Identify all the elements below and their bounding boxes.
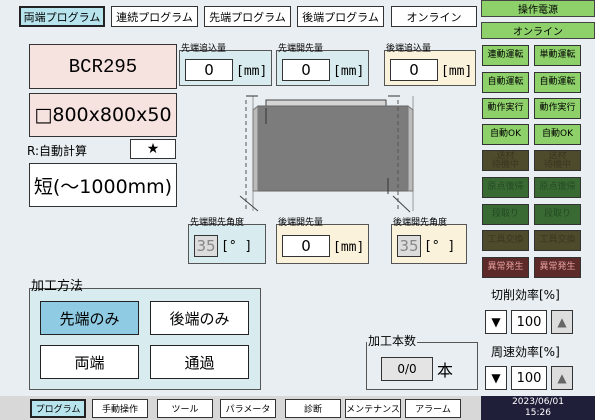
auto-ok-indicator-2: 自動OK (534, 124, 581, 145)
bottom-tab-alarm[interactable]: アラーム (405, 399, 461, 418)
tool-change-button-2[interactable]: 工具交換 (534, 230, 581, 251)
right-sidebar: 操作電源 オンライン 連動運転 単動運転 自動運転 自動運転 動作実行 動作実行… (481, 0, 595, 399)
setup-button[interactable]: 段取り (482, 204, 529, 225)
bottom-tab-parameter[interactable]: パラメータ (220, 399, 276, 418)
auto-ok-indicator: 自動OK (482, 124, 529, 145)
method-rear-only-button[interactable]: 後端のみ (150, 301, 249, 335)
method-front-only-button[interactable]: 先端のみ (40, 301, 139, 335)
front-open-unit: [mm] (333, 63, 365, 79)
execute-button-2[interactable]: 動作実行 (534, 98, 581, 119)
linked-run-button[interactable]: 連動運転 (482, 45, 529, 66)
front-feed-group: 先端追込量 0 [mm] (179, 44, 272, 86)
error-indicator: 異常発生 (482, 257, 529, 278)
method-both-ends-button[interactable]: 両端 (40, 345, 139, 379)
count-unit: 本 (437, 361, 454, 380)
home-return-button[interactable]: 原点復帰 (482, 177, 529, 198)
dimensions-display: □800x800x50 (29, 93, 177, 137)
front-angle-group: 先端開先角度 35 [° ] (188, 218, 266, 264)
tool-change-button[interactable]: 工具交換 (482, 230, 529, 251)
speed-rate-input[interactable]: 100 (511, 366, 547, 390)
rear-feed-unit: [mm] (441, 63, 473, 79)
cut-rate-input[interactable]: 100 (511, 310, 547, 334)
speed-rate-label: 周速効率[%] (491, 345, 560, 359)
front-open-group: 先端開先量 0 [mm] (276, 44, 369, 86)
cut-rate-up-button[interactable]: ▲ (551, 310, 573, 334)
rear-angle-label: 後端開先角度 (393, 218, 448, 228)
bottom-tab-manual[interactable]: 手動操作 (92, 399, 148, 418)
front-angle-unit: [° ] (221, 238, 253, 254)
front-open-input[interactable]: 0 (282, 59, 330, 81)
tab-both-ends-program[interactable]: 両端プログラム (19, 6, 105, 27)
tab-online[interactable]: オンライン (391, 6, 477, 27)
front-angle-input[interactable]: 35 (194, 235, 218, 257)
feed-wait-indicator-2: 送材 待機中 (534, 150, 581, 171)
speed-rate-down-button[interactable]: ▼ (485, 366, 507, 390)
tab-rear-program[interactable]: 後端プログラム (297, 6, 384, 27)
cut-rate-label: 切削効率[%] (491, 288, 560, 302)
front-feed-unit: [mm] (236, 63, 268, 79)
execute-button[interactable]: 動作実行 (482, 98, 529, 119)
rear-feed-group: 後端追込量 0 [mm] (384, 44, 476, 86)
bottom-tab-tool[interactable]: ツール (157, 399, 213, 418)
auto-run-button[interactable]: 自動運転 (482, 72, 529, 93)
count-title: 加工本数 (367, 334, 418, 348)
front-open-label: 先端開先量 (278, 44, 324, 54)
length-class-display: 短(～1000mm) (29, 163, 177, 207)
rear-open-group: 後端開先量 0 [mm] (276, 218, 369, 264)
feed-wait-indicator: 送材 待機中 (482, 150, 529, 171)
error-indicator-2: 異常発生 (534, 257, 581, 278)
front-angle-label: 先端開先角度 (190, 218, 245, 228)
rear-open-input[interactable]: 0 (282, 235, 330, 257)
rear-feed-label: 後端追込量 (386, 44, 432, 54)
tab-continuous-program[interactable]: 連続プログラム (111, 6, 198, 27)
rear-open-label: 後端開先量 (278, 218, 324, 228)
front-feed-input[interactable]: 0 (185, 59, 233, 81)
online-status: オンライン (481, 22, 595, 39)
method-group: 加工方法 先端のみ 後端のみ 両端 通過 (29, 280, 261, 390)
rear-angle-group: 後端開先角度 35 [° ] (391, 218, 467, 264)
clock-time: 15:26 (525, 408, 551, 418)
auto-run-button-2[interactable]: 自動運転 (534, 72, 581, 93)
method-title: 加工方法 (31, 279, 84, 294)
workpiece-diagram (239, 95, 414, 213)
bottom-tab-diagnosis[interactable]: 診断 (285, 399, 341, 418)
product-code: BCR295 (29, 44, 177, 89)
front-feed-label: 先端追込量 (181, 44, 227, 54)
cut-rate-down-button[interactable]: ▼ (485, 310, 507, 334)
count-value: 0/0 (381, 357, 433, 381)
tab-front-program[interactable]: 先端プログラム (204, 6, 291, 27)
rear-angle-input[interactable]: 35 (397, 235, 421, 257)
clock: 2023/06/01 15:26 (481, 396, 595, 420)
single-run-button[interactable]: 単動運転 (534, 45, 581, 66)
bottom-tab-program[interactable]: プログラム (30, 399, 86, 418)
rear-angle-unit: [° ] (424, 238, 456, 254)
workpiece-shape (257, 105, 409, 192)
rear-feed-input[interactable]: 0 (390, 59, 438, 81)
method-pass-through-button[interactable]: 通過 (150, 345, 249, 379)
setup-button-2[interactable]: 段取り (534, 204, 581, 225)
count-group: 加工本数 0/0 本 (366, 335, 478, 390)
auto-calc-label: R:自動計算 (27, 144, 88, 158)
bottom-tab-maintenance[interactable]: メンテナンス (345, 399, 401, 418)
home-return-button-2[interactable]: 原点復帰 (534, 177, 581, 198)
rear-open-unit: [mm] (333, 239, 365, 255)
power-status: 操作電源 (481, 0, 595, 17)
clock-date: 2023/06/01 (512, 397, 564, 407)
star-button[interactable]: ★ (130, 139, 176, 159)
speed-rate-up-button[interactable]: ▲ (551, 366, 573, 390)
